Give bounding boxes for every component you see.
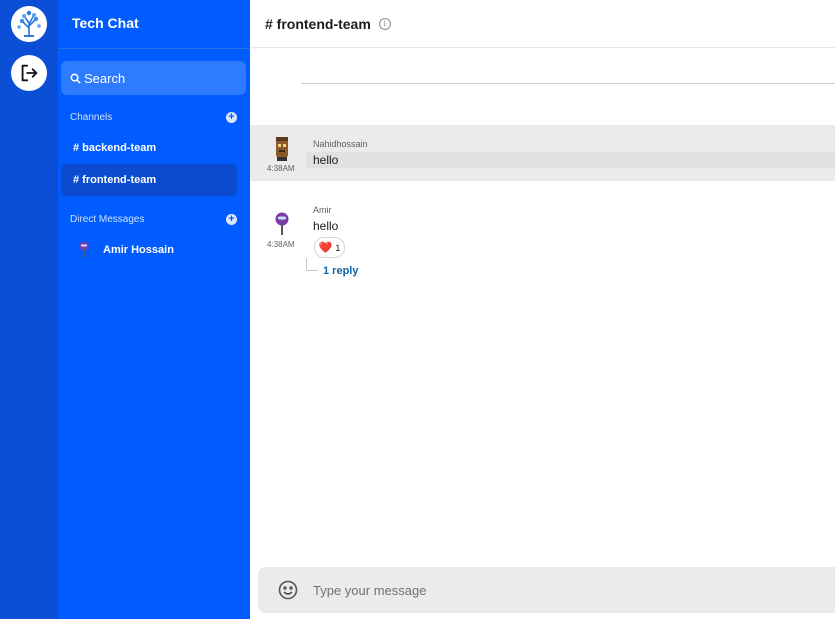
message-author[interactable]: Nahidhossain: [313, 139, 368, 149]
message-text-highlight: [306, 152, 835, 168]
message[interactable]: 4:38AM Nahidhossain hello: [250, 125, 835, 181]
avatar: [74, 240, 94, 260]
channel-frontend-team[interactable]: # frontend-team: [61, 164, 237, 196]
workspace-logo-icon[interactable]: [11, 6, 47, 42]
avatar: [273, 136, 291, 162]
avatar: [273, 210, 291, 236]
channel-label: # frontend-team: [73, 174, 157, 186]
emoji-icon[interactable]: [278, 580, 298, 600]
sidebar: Tech Chat Search Channels + # backend-te…: [58, 0, 250, 619]
message-composer: [258, 567, 835, 613]
add-channel-icon[interactable]: +: [226, 112, 237, 123]
message-text: hello: [313, 219, 339, 233]
channel-label: # backend-team: [73, 142, 157, 154]
thread-connector: [306, 258, 318, 271]
logout-icon: [21, 64, 38, 82]
search-placeholder: Search: [84, 70, 126, 86]
channel-backend-team[interactable]: # backend-team: [61, 132, 237, 164]
thread-replies-link[interactable]: 1 reply: [323, 265, 358, 277]
channel-header: # frontend-team i: [250, 0, 835, 48]
message-time: 4:38AM: [267, 240, 295, 249]
heart-icon: ❤️: [318, 242, 333, 254]
search-bar[interactable]: Search: [61, 61, 246, 95]
sidebar-divider: [58, 48, 250, 49]
message-text: hello: [313, 153, 339, 167]
reaction-count: 1: [335, 242, 341, 253]
logout-button[interactable]: [11, 55, 47, 91]
channel-title: # frontend-team: [265, 15, 371, 32]
main-panel: # frontend-team i 4:38AM Nahidhossain he…: [250, 0, 835, 619]
info-icon[interactable]: i: [378, 17, 391, 30]
dm-amir-hossain[interactable]: Amir Hossain: [74, 240, 174, 260]
add-direct-message-icon[interactable]: +: [226, 214, 237, 225]
message[interactable]: 4:38AM Amir hello ❤️ 1 1 reply: [250, 200, 835, 280]
message-time: 4:38AM: [267, 164, 295, 173]
message-input[interactable]: [313, 582, 793, 598]
reaction-heart[interactable]: ❤️ 1: [314, 237, 345, 258]
workspace-name: Tech Chat: [72, 15, 139, 31]
search-icon: [70, 73, 81, 84]
divider: [301, 83, 835, 84]
message-author[interactable]: Amir: [313, 205, 332, 215]
direct-messages-section-title: Direct Messages: [70, 214, 145, 225]
workspace-rail: [0, 0, 58, 619]
channels-section-title: Channels: [70, 112, 113, 123]
dm-name: Amir Hossain: [103, 244, 174, 256]
